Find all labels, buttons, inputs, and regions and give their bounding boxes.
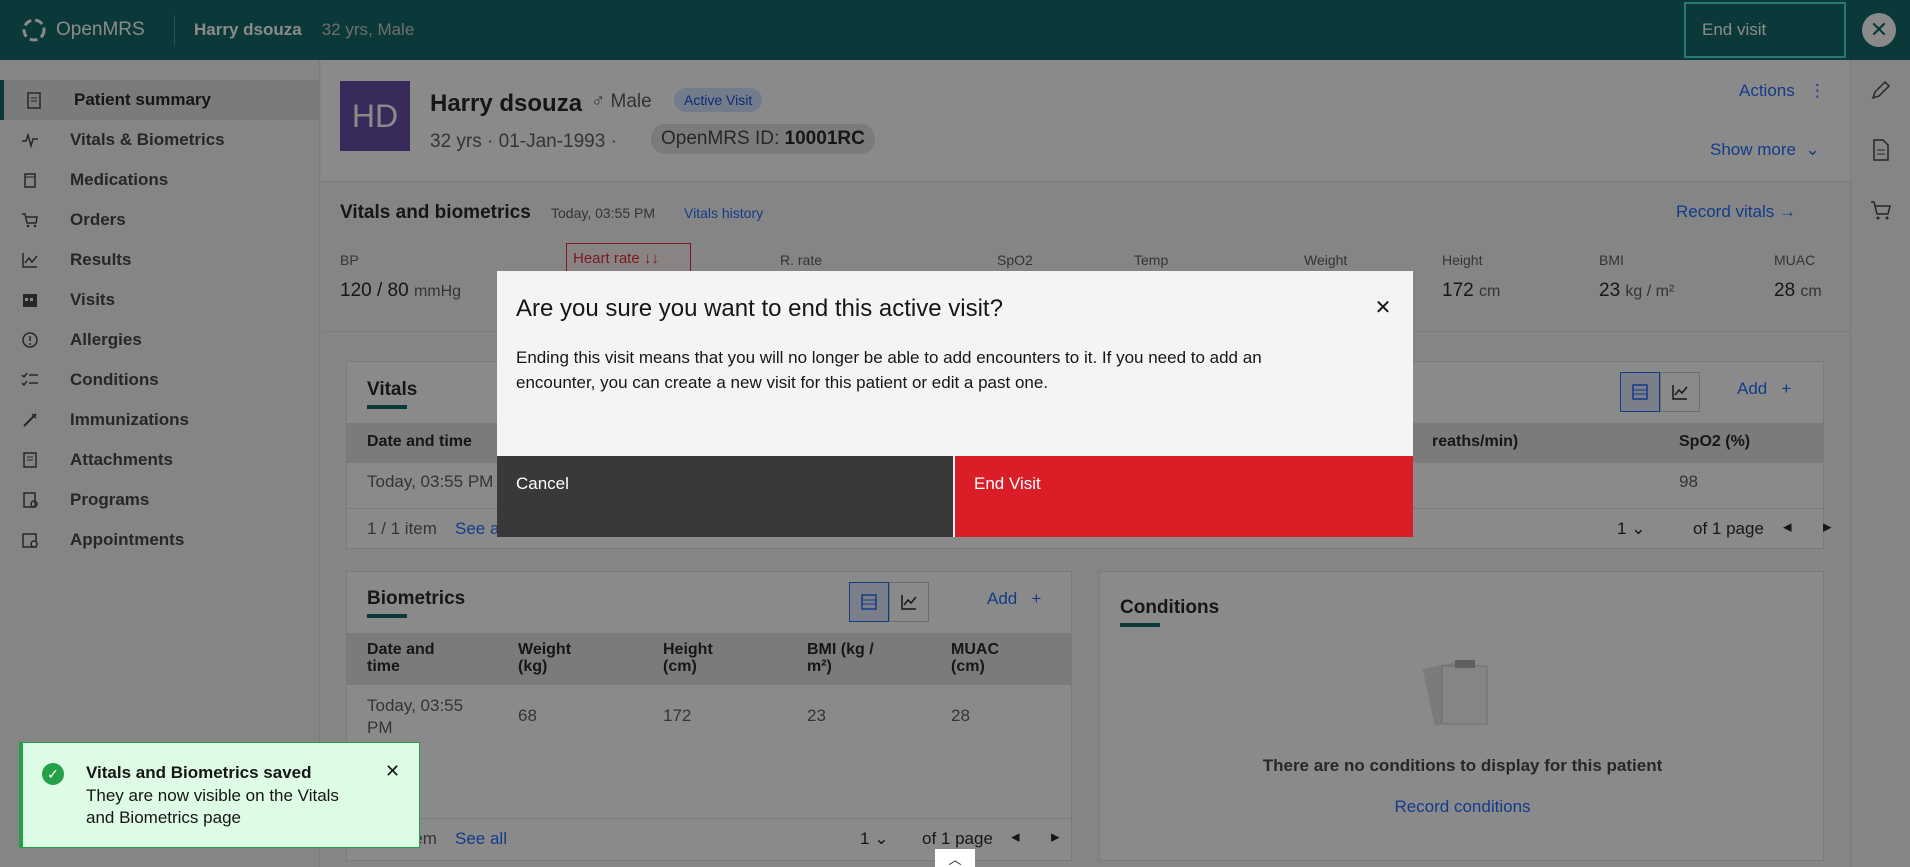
- checkmark-icon: ✓: [42, 763, 64, 785]
- close-icon[interactable]: ✕: [385, 761, 400, 782]
- close-icon[interactable]: ✕: [1367, 291, 1399, 323]
- modal-title: Are you sure you want to end this active…: [516, 295, 1003, 322]
- modal-body: Ending this visit means that you will no…: [516, 348, 1262, 392]
- end-visit-button[interactable]: End Visit: [955, 456, 1413, 537]
- end-visit-modal: Are you sure you want to end this active…: [497, 271, 1413, 537]
- toast-title: Vitals and Biometrics saved: [86, 763, 312, 782]
- success-toast: ✓ Vitals and Biometrics saved They are n…: [19, 742, 420, 848]
- chevron-up-icon[interactable]: ︿: [935, 849, 975, 867]
- cancel-button[interactable]: Cancel: [497, 456, 953, 537]
- toast-subtitle: They are now visible on the Vitals and B…: [86, 786, 339, 827]
